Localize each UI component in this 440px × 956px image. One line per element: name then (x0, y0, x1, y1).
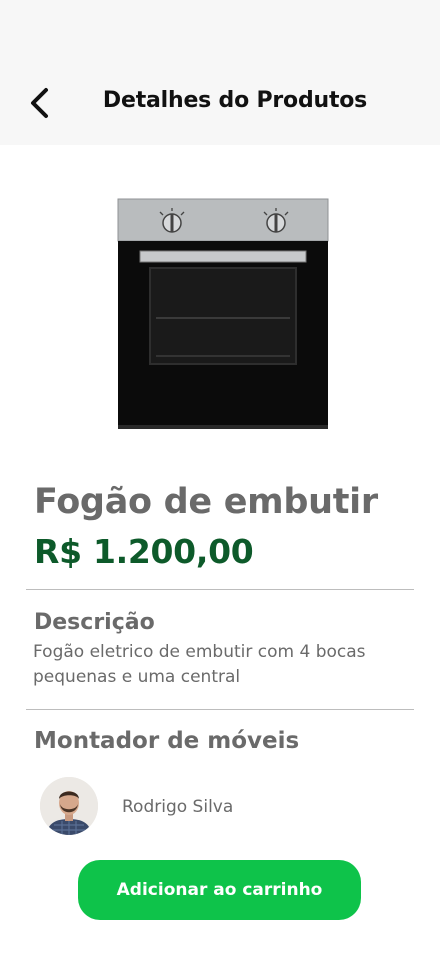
assembler-name: Rodrigo Silva (122, 797, 234, 817)
product-image (117, 198, 329, 429)
divider (26, 589, 414, 590)
description-text: Fogão eletrico de embutir com 4 bocas pe… (33, 642, 366, 687)
person-avatar-icon (40, 777, 98, 835)
add-to-cart-button[interactable]: Adicionar ao carrinho (78, 860, 361, 920)
page-title: Detalhes do Produtos (102, 88, 368, 113)
product-name: Fogão de embutir (34, 482, 378, 522)
product-price: R$ 1.200,00 (34, 532, 254, 571)
assembler-title: Montador de móveis (34, 728, 300, 754)
avatar[interactable] (40, 777, 98, 835)
divider (26, 709, 414, 710)
description-title: Descrição (34, 610, 155, 635)
header: Detalhes do Produtos (0, 0, 440, 145)
